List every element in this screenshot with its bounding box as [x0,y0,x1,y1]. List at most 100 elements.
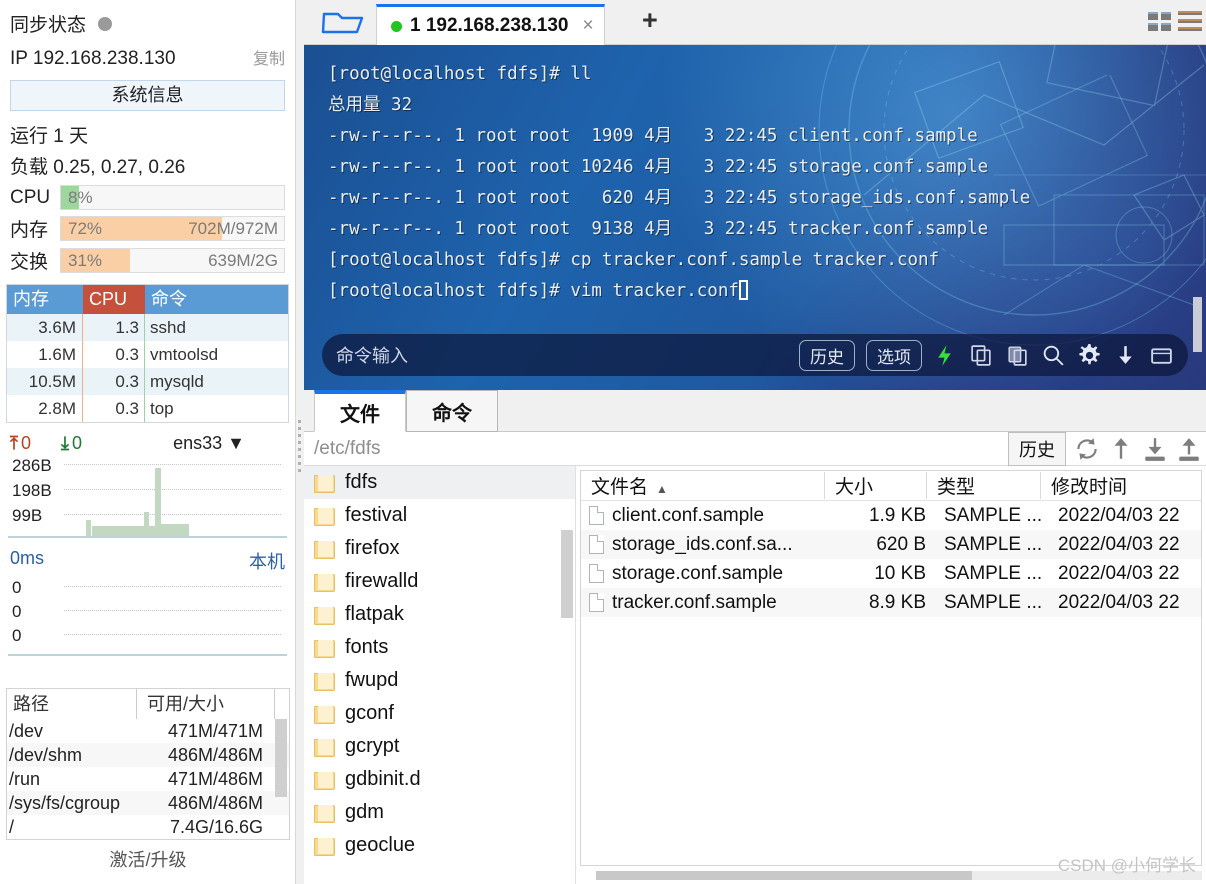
list-item[interactable]: firefox [304,532,575,565]
file-col-name[interactable]: 文件名 ▲ [581,472,825,499]
open-folder-icon[interactable] [320,8,368,38]
gridline [64,464,281,465]
sync-status-indicator-icon [98,16,113,31]
process-col-memory[interactable]: 内存 [7,285,83,314]
folder-name: fwupd [345,669,399,691]
search-icon[interactable] [1041,343,1066,368]
file-type: SAMPLE ... [944,562,1043,584]
disk-col-size[interactable]: 可用/大小 [137,689,275,719]
list-item[interactable]: flatpak [304,598,575,631]
table-row[interactable]: client.conf.sample 1.9 KB SAMPLE ... 202… [581,501,1201,530]
table-row[interactable]: 2.8M 0.3 top [7,395,288,422]
activate-upgrade-link[interactable]: 激活/升级 [0,846,296,872]
list-item[interactable]: fwupd [304,664,575,697]
tree-scrollbar[interactable] [561,530,573,618]
sort-icon[interactable] [1108,436,1134,462]
command-bar-actions: 历史 选项 [799,339,1174,371]
file-size: 620 B [876,533,926,555]
table-row[interactable]: 10.5M 0.3 mysqld [7,368,288,395]
process-cpu: 0.3 [83,368,145,395]
file-size: 8.9 KB [868,591,926,613]
grid-layout-icon[interactable] [1148,12,1172,32]
list-item[interactable]: festival [304,499,575,532]
download-icon[interactable] [1142,436,1168,462]
latency-host-label[interactable]: 本机 [249,548,285,574]
refresh-icon[interactable] [1074,436,1100,462]
terminal-line: [root@localhost fdfs]# ll [328,64,592,84]
history-button[interactable]: 历史 [799,339,855,371]
network-graph: 286B 198B 99B [8,456,287,538]
latency-y-label: 0 [12,578,22,597]
download-icon[interactable] [1113,343,1138,368]
table-row[interactable]: storage_ids.conf.sa... 620 B SAMPLE ... … [581,530,1201,559]
list-item[interactable]: fonts [304,631,575,664]
vertical-splitter[interactable] [296,0,304,884]
list-item[interactable]: gdm [304,796,575,829]
close-icon[interactable]: × [583,15,594,37]
file-col-time[interactable]: 修改时间 [1041,472,1201,499]
table-row[interactable]: /dev 471M/471M [7,719,289,743]
process-table-header: 内存 CPU 命令 [7,285,288,314]
watermark: CSDN @小何学长 [1057,856,1196,875]
latency-y-label: 0 [12,626,22,645]
list-item[interactable]: geoclue [304,829,575,862]
chevron-down-icon: ▼ [227,433,245,453]
list-item[interactable]: fdfs [304,466,575,499]
cpu-meter-bar: 8% [60,185,285,210]
hamburger-menu-icon[interactable] [1178,11,1202,33]
list-item[interactable]: firewalld [304,565,575,598]
gridline [64,514,281,515]
table-row[interactable]: 3.6M 1.3 sshd [7,314,288,341]
paste-icon[interactable] [1005,343,1030,368]
network-bar [92,526,144,536]
new-tab-button[interactable]: + [642,7,658,34]
terminal-screen[interactable]: [root@localhost fdfs]# ll 总用量 32 -rw-r--… [304,45,1206,390]
table-row[interactable]: / 7.4G/16.6G [7,815,289,839]
command-input-bar[interactable]: 命令输入 历史 选项 [322,334,1188,376]
file-name: storage_ids.conf.sa... [612,533,793,555]
table-row[interactable]: storage.conf.sample 10 KB SAMPLE ... 202… [581,559,1201,588]
table-row[interactable]: /run 471M/486M [7,767,289,791]
file-size: 1.9 KB [868,504,926,526]
directory-tree[interactable]: fdfs festival firefox firewalld flatpak [304,466,576,884]
folder-icon [314,573,335,592]
list-item[interactable]: gconf [304,697,575,730]
options-button[interactable]: 选项 [866,339,922,371]
network-interface-select[interactable]: ens33 ▼ [173,433,245,454]
command-input[interactable]: 命令输入 [336,342,408,368]
disk-table-scrollbar[interactable] [275,719,287,797]
tab-commands[interactable]: 命令 [406,390,498,432]
tab-files[interactable]: 文件 [314,390,406,432]
file-col-type[interactable]: 类型 [927,472,1041,499]
network-header: ⤒ 0 ⤓ 0 ens33 ▼ [0,423,295,456]
disk-size: 471M/486M [167,769,263,789]
disk-col-path[interactable]: 路径 [7,689,137,719]
disk-size: 486M/486M [167,793,263,813]
swap-meter: 交换 31% 639M/2G [10,247,285,274]
terminal-tab[interactable]: 1 192.168.238.130 × [376,4,605,45]
bolt-icon[interactable] [933,343,958,368]
terminal-scrollbar[interactable] [1193,297,1202,352]
system-info-button[interactable]: 系统信息 [10,80,285,111]
file-col-size[interactable]: 大小 [825,472,927,499]
gear-icon[interactable] [1077,343,1102,368]
folder-name: gcrypt [345,735,400,757]
folder-icon [314,837,335,856]
copy-ip-button[interactable]: 复制 [253,45,285,69]
table-row[interactable]: 1.6M 0.3 vmtoolsd [7,341,288,368]
list-item[interactable]: gdbinit.d [304,763,575,796]
process-col-command[interactable]: 命令 [145,285,288,314]
process-col-cpu[interactable]: CPU [83,285,145,314]
path-input[interactable]: /etc/fdfs [314,438,381,460]
folder-icon [314,738,335,757]
table-row[interactable]: /dev/shm 486M/486M [7,743,289,767]
copy-icon[interactable] [969,343,994,368]
upload-icon[interactable] [1176,436,1202,462]
gridline [64,586,281,587]
file-history-button[interactable]: 历史 [1008,431,1066,466]
table-row[interactable]: /sys/fs/cgroup 486M/486M [7,791,289,815]
list-item[interactable]: gcrypt [304,730,575,763]
table-row[interactable]: tracker.conf.sample 8.9 KB SAMPLE ... 20… [581,588,1201,617]
folder-name: geoclue [345,834,416,856]
window-icon[interactable] [1149,343,1174,368]
